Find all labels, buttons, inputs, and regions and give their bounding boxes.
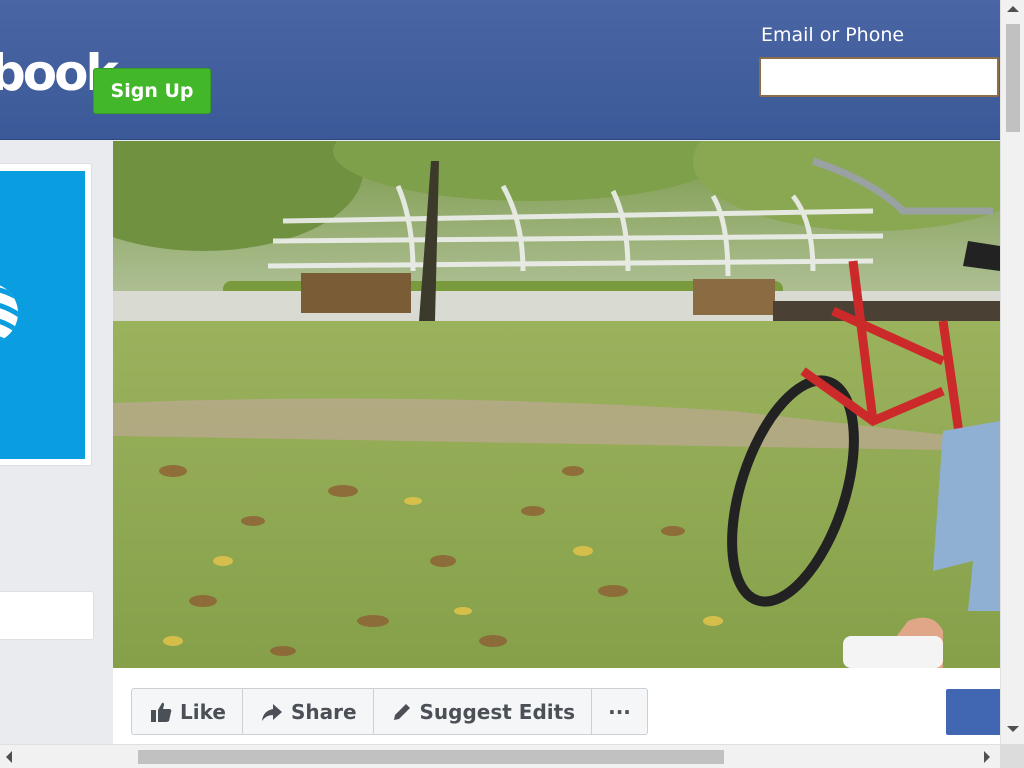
ellipsis-icon: ···	[608, 699, 631, 724]
more-options-button[interactable]: ···	[592, 689, 647, 734]
horizontal-scrollbar[interactable]	[0, 744, 1000, 768]
suggest-edits-label: Suggest Edits	[419, 699, 576, 724]
horizontal-scroll-thumb[interactable]	[138, 750, 724, 764]
page-action-buttons: Like Share Suggest Edits ···	[131, 688, 648, 735]
email-input[interactable]	[759, 57, 999, 97]
share-arrow-icon	[261, 703, 282, 721]
email-label: Email or Phone	[761, 24, 905, 46]
primary-action-button[interactable]	[946, 689, 1000, 735]
top-bar: book Sign Up Email or Phone	[0, 0, 1000, 140]
like-button[interactable]: Like	[132, 689, 243, 734]
att-globe-icon	[0, 284, 18, 343]
vertical-scrollbar[interactable]	[1000, 0, 1024, 744]
share-label: Share	[290, 699, 357, 724]
like-label: Like	[180, 699, 226, 724]
signup-button[interactable]: Sign Up	[93, 68, 211, 114]
profile-picture[interactable]	[0, 171, 85, 459]
thumbs-up-icon	[151, 702, 172, 722]
share-button[interactable]: Share	[243, 689, 374, 734]
scroll-right-arrow[interactable]	[984, 751, 990, 763]
vertical-scroll-thumb[interactable]	[1006, 24, 1020, 132]
cover-photo-image	[113, 141, 1000, 668]
pencil-icon	[393, 703, 410, 720]
cover-photo[interactable]	[113, 141, 1000, 668]
scroll-up-arrow[interactable]	[1007, 6, 1019, 12]
suggest-edits-button[interactable]: Suggest Edits	[374, 689, 593, 734]
scroll-left-arrow[interactable]	[6, 751, 12, 763]
left-sidebar-box[interactable]	[0, 591, 94, 640]
scrollbar-corner	[1000, 744, 1024, 768]
scroll-down-arrow[interactable]	[1007, 726, 1019, 732]
